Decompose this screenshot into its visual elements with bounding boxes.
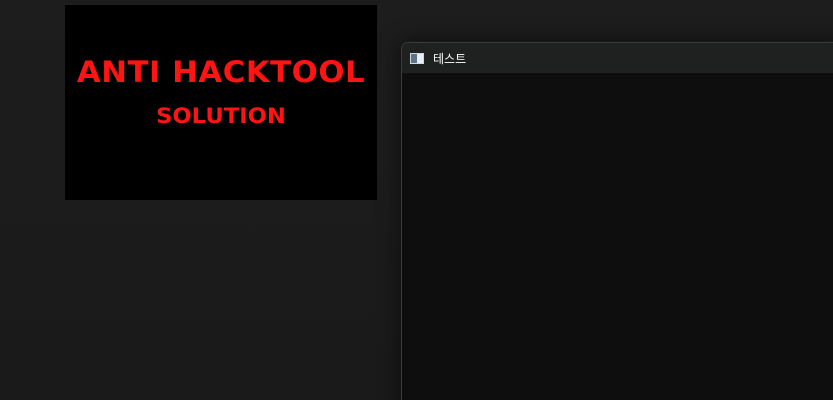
window-title: 테스트 <box>433 51 467 66</box>
splash-subtitle: SOLUTION <box>156 104 286 128</box>
desktop: ANTI HACKTOOL SOLUTION 테스트 <box>0 0 833 400</box>
application-window-icon[interactable] <box>410 52 424 64</box>
window-titlebar[interactable]: 테스트 <box>402 43 833 73</box>
splash-title: ANTI HACKTOOL <box>76 55 366 89</box>
app-window[interactable]: 테스트 <box>401 42 833 400</box>
splash-banner: ANTI HACKTOOL SOLUTION <box>65 5 377 200</box>
window-client-area[interactable] <box>402 73 833 400</box>
